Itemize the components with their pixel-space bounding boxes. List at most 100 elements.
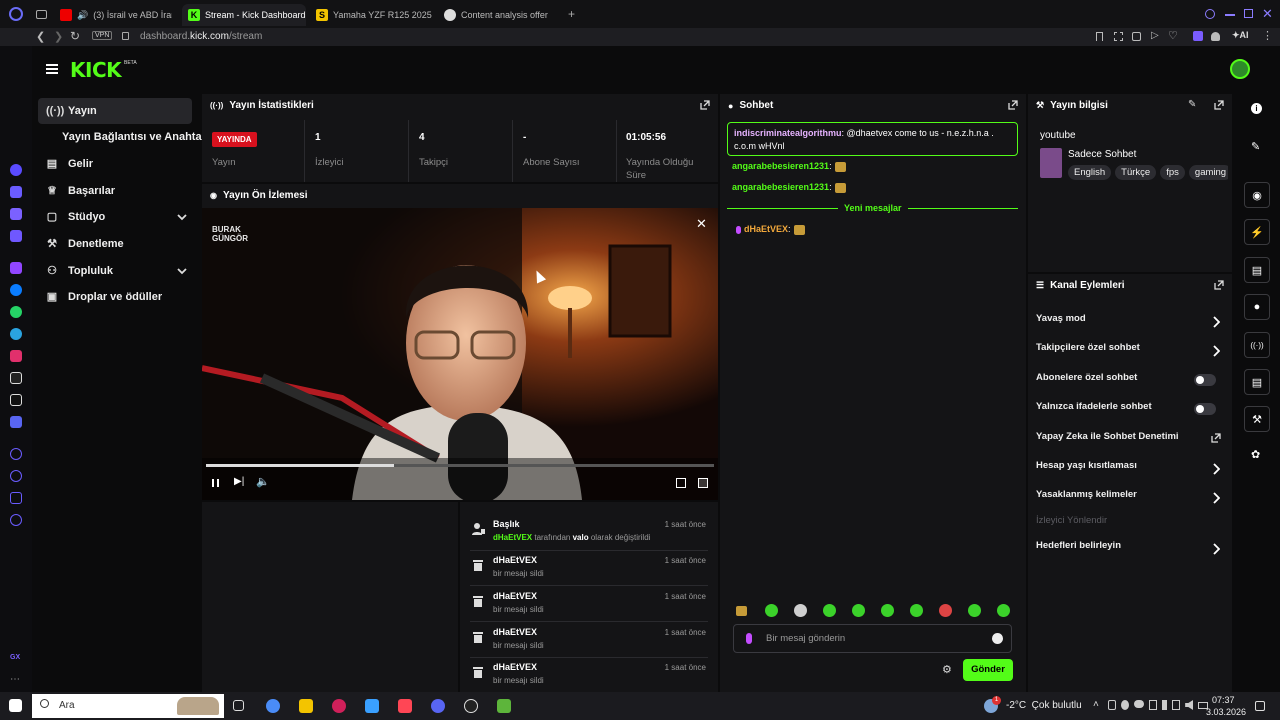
pinned-message[interactable]: indiscriminatealgorithmu: @dhaetvex come… [727, 122, 1018, 156]
chat-settings-icon[interactable]: ⚙ [942, 663, 952, 676]
tag-chip[interactable]: gaming [1188, 165, 1228, 180]
nav-item-topluluk[interactable]: ⚇ Topluluk [38, 258, 192, 284]
adblock-icon[interactable] [1132, 32, 1141, 41]
emoji-icon[interactable] [992, 633, 1003, 644]
nav-item-studyo[interactable]: ▢ Stüdyo [38, 204, 192, 230]
nav-item-yayin[interactable]: ((·)) Yayın [38, 98, 192, 124]
chat-input[interactable]: Bir mesaj gönderin [733, 624, 1012, 653]
info-icon[interactable]: i [1251, 103, 1262, 114]
tray-chevron-icon[interactable]: ˄ [1093, 699, 1099, 710]
minimize-button[interactable] [1225, 14, 1235, 16]
weather-text[interactable]: -2°C Çok bulutlu [1006, 700, 1082, 711]
emote-icon[interactable] [910, 604, 923, 617]
tab-youtube[interactable]: 🔊 (3) İsrail ve ABD İran'ı [54, 4, 172, 26]
add-widget-icon[interactable]: ✿ [1251, 448, 1260, 461]
send-button[interactable]: Gönder [963, 659, 1013, 681]
tool-preview-button[interactable]: ◉ [1244, 182, 1270, 208]
tag-chip[interactable]: fps [1160, 165, 1185, 180]
chat-username[interactable]: angarabebesieren1231 [732, 182, 829, 192]
chat-username[interactable]: angarabebesieren1231 [732, 161, 829, 171]
chat-username[interactable]: dHaEtVEX [744, 224, 788, 234]
twitch-icon[interactable] [10, 262, 22, 274]
action-slow-mode[interactable]: Yavaş mod [1036, 313, 1226, 333]
emote-icon[interactable] [997, 604, 1010, 617]
network-icon[interactable] [1171, 700, 1181, 710]
action-subscribers-only[interactable]: Abonelere özel sohbet [1036, 372, 1226, 392]
x-icon[interactable] [10, 394, 22, 406]
valorant-icon[interactable] [398, 699, 412, 713]
tray-app-icon[interactable] [1121, 700, 1130, 710]
close-preview-icon[interactable]: ✕ [696, 216, 707, 232]
notification-icon[interactable] [1255, 701, 1265, 711]
vpn-badge[interactable]: VPN [92, 31, 113, 40]
whatsapp-icon[interactable] [10, 306, 22, 318]
task-view-icon[interactable] [233, 700, 244, 711]
tool-chat-button[interactable]: ● [1244, 294, 1270, 320]
tag-chip[interactable]: Türkçe [1115, 165, 1157, 180]
instagram-icon[interactable] [10, 350, 22, 362]
action-banned-words[interactable]: Yasaklanmış kelimeler [1036, 489, 1226, 509]
maximize-button[interactable] [1244, 9, 1253, 18]
profile-icon[interactable] [1211, 32, 1220, 41]
next-icon[interactable]: ▶| [234, 476, 244, 487]
toggle-switch[interactable] [1194, 374, 1216, 386]
edit-icon[interactable]: ✎ [1188, 99, 1196, 110]
tool-notes-button[interactable]: ▤ [1244, 257, 1270, 283]
file-explorer-icon[interactable] [299, 699, 313, 713]
category-name[interactable]: Sadece Sohbet [1068, 149, 1136, 160]
popout-icon[interactable] [1214, 280, 1224, 290]
emote-icon[interactable] [852, 604, 865, 617]
fullscreen-icon[interactable] [698, 478, 708, 488]
telegram-icon[interactable] [10, 328, 22, 340]
taskbar-search[interactable]: Ara [32, 694, 224, 718]
windows-start-icon[interactable] [9, 699, 22, 712]
search-tabs-icon[interactable] [1205, 9, 1215, 19]
pencil-icon[interactable]: ✎ [1251, 140, 1260, 153]
chat-username[interactable]: indiscriminatealgorithmu [734, 128, 842, 138]
forward-icon[interactable]: ❯ [54, 30, 63, 43]
emote-icon[interactable] [794, 604, 807, 617]
clock-date[interactable]: 3.03.2026 [1206, 707, 1246, 717]
emote-icon[interactable] [765, 604, 778, 617]
pause-icon[interactable] [212, 479, 219, 487]
kick-logo[interactable]: KICK [70, 58, 122, 82]
play-icon[interactable]: ▷ [1151, 30, 1159, 41]
heart-icon[interactable]: ♡ [1168, 29, 1178, 42]
emote-icon[interactable] [736, 606, 747, 616]
action-followers-only[interactable]: Takipçilere özel sohbet [1036, 342, 1226, 362]
action-ai-moderation[interactable]: Yapay Zeka ile Sohbet Denetimi [1036, 431, 1226, 451]
emote-icon[interactable] [881, 604, 894, 617]
tray-app-icon[interactable] [1148, 700, 1158, 710]
popout-icon[interactable] [1214, 100, 1224, 110]
volume-icon[interactable]: 🔈 [256, 475, 270, 488]
reload-icon[interactable]: ↻ [70, 29, 80, 43]
tab-content-analysis[interactable]: Content analysis offer [438, 4, 562, 26]
chatgpt-icon[interactable] [464, 699, 478, 713]
workspaces-icon[interactable] [36, 10, 47, 19]
tag-chip[interactable]: English [1068, 165, 1112, 180]
clock-time[interactable]: 07:37 [1212, 695, 1235, 705]
menu-kebab-icon[interactable]: ⋮ [1262, 29, 1273, 42]
bag-icon[interactable] [10, 186, 22, 198]
ai-button[interactable]: ✦AI [1232, 30, 1249, 41]
nav-item-droplar[interactable]: ▣ Droplar ve ödüller [38, 284, 192, 310]
video-player[interactable]: BURAK GÜNGÖR ✕ ▶| 🔈 [202, 208, 718, 500]
usb-icon[interactable] [1162, 700, 1167, 710]
nav-item-stream-key[interactable]: Yayın Bağlantısı ve Anahtarı [54, 124, 214, 150]
nav-item-basarilar[interactable]: ♕ Başarılar [38, 178, 192, 204]
tray-icons[interactable] [1108, 700, 1208, 711]
tool-lightning-button[interactable]: ⚡ [1244, 219, 1270, 245]
nav-item-gelir[interactable]: ▤ Gelir [38, 151, 192, 177]
settings-icon[interactable] [10, 514, 22, 526]
mail-icon[interactable] [10, 230, 22, 242]
tab-yamaha[interactable]: S Yamaha YZF R125 2025 M [310, 4, 432, 26]
popout-icon[interactable] [700, 100, 710, 110]
new-tab-button[interactable]: + [568, 8, 575, 20]
nav-item-denetleme[interactable]: ⚒ Denetleme [38, 231, 192, 257]
emote-icon[interactable] [939, 604, 952, 617]
action-emotes-only[interactable]: Yalnızca ifadelerle sohbet [1036, 401, 1226, 421]
cube-icon[interactable] [10, 492, 22, 504]
close-window-button[interactable]: ✕ [1262, 6, 1273, 22]
pip-icon[interactable] [676, 478, 686, 488]
tool-layout-button[interactable]: ▤ [1244, 369, 1270, 395]
